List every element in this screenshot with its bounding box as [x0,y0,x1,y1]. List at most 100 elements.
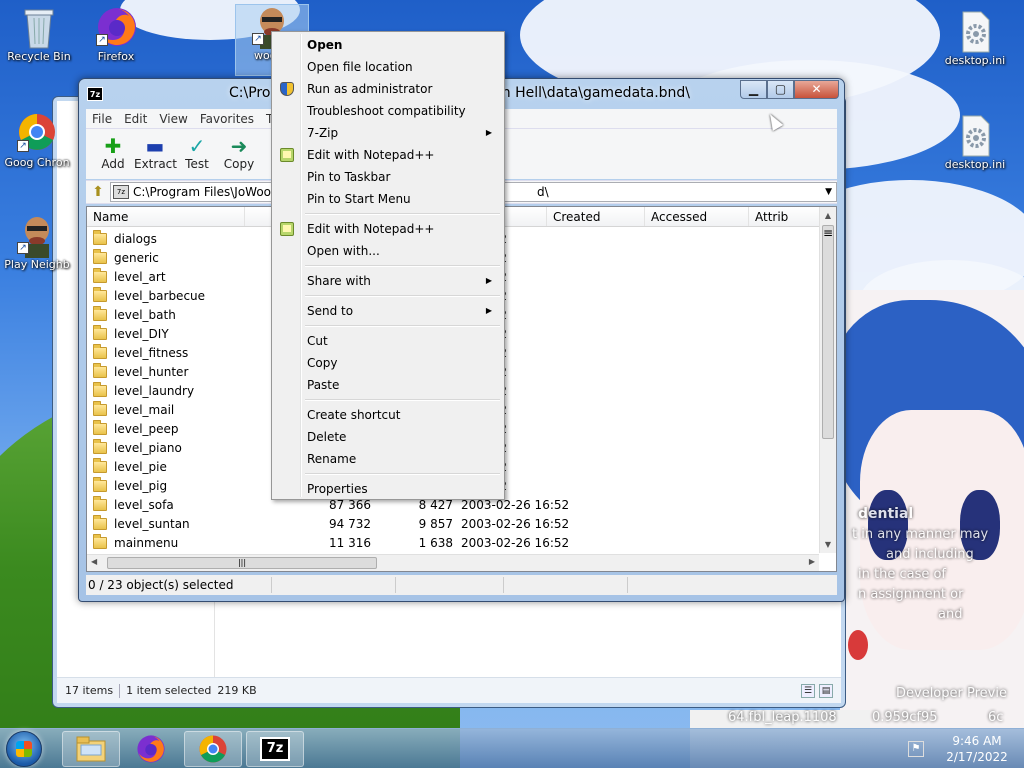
clock-time[interactable]: 9:46 AM [938,734,1016,748]
menu-item-open-file-location[interactable]: Open file location [274,56,502,78]
menu-item-paste[interactable]: Paste [274,374,502,396]
taskbar: 7z ⚑ 9:46 AM 2/17/2022 [0,728,1024,768]
taskbar-chrome[interactable] [184,731,242,767]
desktop-icon-firefox[interactable]: ↗ Firefox [79,6,153,63]
firefox-icon [137,735,165,763]
menu-edit[interactable]: Edit [118,112,153,126]
desktop-icon-label: Play Neighb [4,258,70,271]
taskbar-7zip[interactable]: 7z [246,731,304,767]
hscroll-thumb[interactable]: ||| [107,557,377,569]
folder-icon [93,267,107,283]
file-name: level_suntan [114,516,190,531]
file-name: level_DIY [114,326,169,341]
menu-item-copy[interactable]: Copy [274,352,502,374]
table-row[interactable]: level_suntan 94 732 9 857 2003-02-26 16:52 [87,514,822,533]
minimize-button[interactable]: ▁ [740,80,767,99]
action-center-icon[interactable]: ⚑ [908,741,924,757]
desktop-icon-recycle-bin[interactable]: Recycle Bin [2,6,76,63]
menu-item-troubleshoot-compatibility[interactable]: Troubleshoot compatibility [274,100,502,122]
extract-label: Extract [134,157,177,171]
start-button[interactable] [6,731,42,767]
copy-icon: ➜ [230,134,248,158]
chevron-down-icon[interactable]: ▼ [825,187,832,197]
menu-item-edit-with-notepad[interactable]: Edit with Notepad++ [274,144,502,166]
menu-item-cut[interactable]: Cut [274,330,502,352]
folder-icon [93,324,107,340]
scroll-right-icon[interactable]: ▶ [809,557,815,566]
column-header-accessed[interactable]: Accessed [645,207,749,226]
copy-button[interactable]: ➜ Copy [218,135,260,171]
menu-item-label: Open with... [307,244,380,258]
maximize-button[interactable]: ▢ [767,80,794,99]
file-name: level_laundry [114,383,195,398]
scroll-up-icon[interactable]: ▲ [820,207,836,224]
7zip-status-bar: 0 / 23 object(s) selected [86,575,837,595]
menu-item-pin-to-start-menu[interactable]: Pin to Start Menu [274,188,502,210]
menu-item-create-shortcut[interactable]: Create shortcut [274,404,502,426]
file-name-cell: level_suntan [87,514,303,531]
menu-item-open[interactable]: Open [274,34,502,56]
size-cell: 11 316 [329,535,371,550]
menu-file[interactable]: File [86,112,118,126]
close-button[interactable]: ✕ [794,80,839,99]
menu-item-label: Pin to Taskbar [307,170,391,184]
menu-item-pin-to-taskbar[interactable]: Pin to Taskbar [274,166,502,188]
menu-item-7-zip[interactable]: 7-Zip ▶ [274,122,502,144]
menu-item-label: Pin to Start Menu [307,192,411,206]
desktop-icon-desktop-ini[interactable]: desktop.ini [938,10,1012,67]
up-folder-icon[interactable]: ⬆ [86,184,110,200]
taskbar-firefox[interactable] [122,731,180,767]
file-name: level_hunter [114,364,189,379]
add-button[interactable]: ✚ Add [92,135,134,171]
horizontal-scrollbar[interactable]: ◀ ||| ▶ [87,554,819,571]
column-header-name[interactable]: Name [87,207,245,226]
recycle-bin-icon [19,6,59,49]
preview-pane-icon[interactable]: ▤ [819,684,833,698]
scroll-down-icon[interactable]: ▼ [820,536,836,553]
menu-item-open-with[interactable]: Open with... [274,240,502,262]
menu-item-run-as-administrator[interactable]: Run as administrator [274,78,502,100]
test-button[interactable]: ✓ Test [176,135,218,171]
table-row[interactable]: mainmenu 11 316 1 638 2003-02-26 16:52 [87,533,822,552]
desktop-icon-chrome[interactable]: ↗ Goog Chron [0,112,74,169]
file-name: level_peep [114,421,179,436]
status-cell [396,577,504,593]
menu-separator [305,210,502,218]
clock-date[interactable]: 2/17/2022 [938,750,1016,764]
desktop-icon-play-neighbours[interactable]: ↗ Play Neighb [0,214,74,271]
scroll-thumb[interactable]: ≡ [822,225,834,439]
details-view-icon[interactable]: ☰ [801,684,815,698]
extract-button[interactable]: ▬ Extract [134,135,177,171]
menu-item-label: Share with [307,274,371,288]
folder-icon [93,286,107,302]
menu-view[interactable]: View [153,112,193,126]
submenu-arrow-icon: ▶ [485,276,492,285]
desktop-icon-desktop-ini[interactable]: desktop.ini [938,114,1012,171]
menu-favorites[interactable]: Favorites [194,112,260,126]
menu-item-label: Cut [307,334,328,348]
watermark-text: t in any manner may [852,527,989,542]
gear-file-icon [955,114,995,157]
menu-item-edit-with-notepad[interactable]: Edit with Notepad++ [274,218,502,240]
column-header-created[interactable]: Created [547,207,645,226]
column-header-attributes[interactable]: Attrib [749,207,822,226]
desktop-icon-label: Recycle Bin [7,50,71,63]
menu-separator [305,322,502,330]
submenu-arrow-icon: ▶ [485,306,492,315]
menu-item-send-to[interactable]: Send to ▶ [274,300,502,322]
vertical-scrollbar[interactable]: ▲ ≡ ▼ [819,207,836,553]
watermark-text: n assignment or [858,587,964,602]
folder-icon [93,343,107,359]
menu-item-properties[interactable]: Properties [274,478,502,500]
taskbar-explorer[interactable] [62,731,120,767]
menu-item-share-with[interactable]: Share with ▶ [274,270,502,292]
desktop-icon-label: desktop.ini [944,54,1006,67]
watermark-text: 0.959cf95 [872,710,938,725]
status-cell [504,577,628,593]
menu-item-rename[interactable]: Rename [274,448,502,470]
scroll-left-icon[interactable]: ◀ [91,557,97,566]
menu-item-label: Edit with Notepad++ [307,148,435,162]
menu-item-delete[interactable]: Delete [274,426,502,448]
folder-icon [93,419,107,435]
menu-item-label: Delete [307,430,347,444]
